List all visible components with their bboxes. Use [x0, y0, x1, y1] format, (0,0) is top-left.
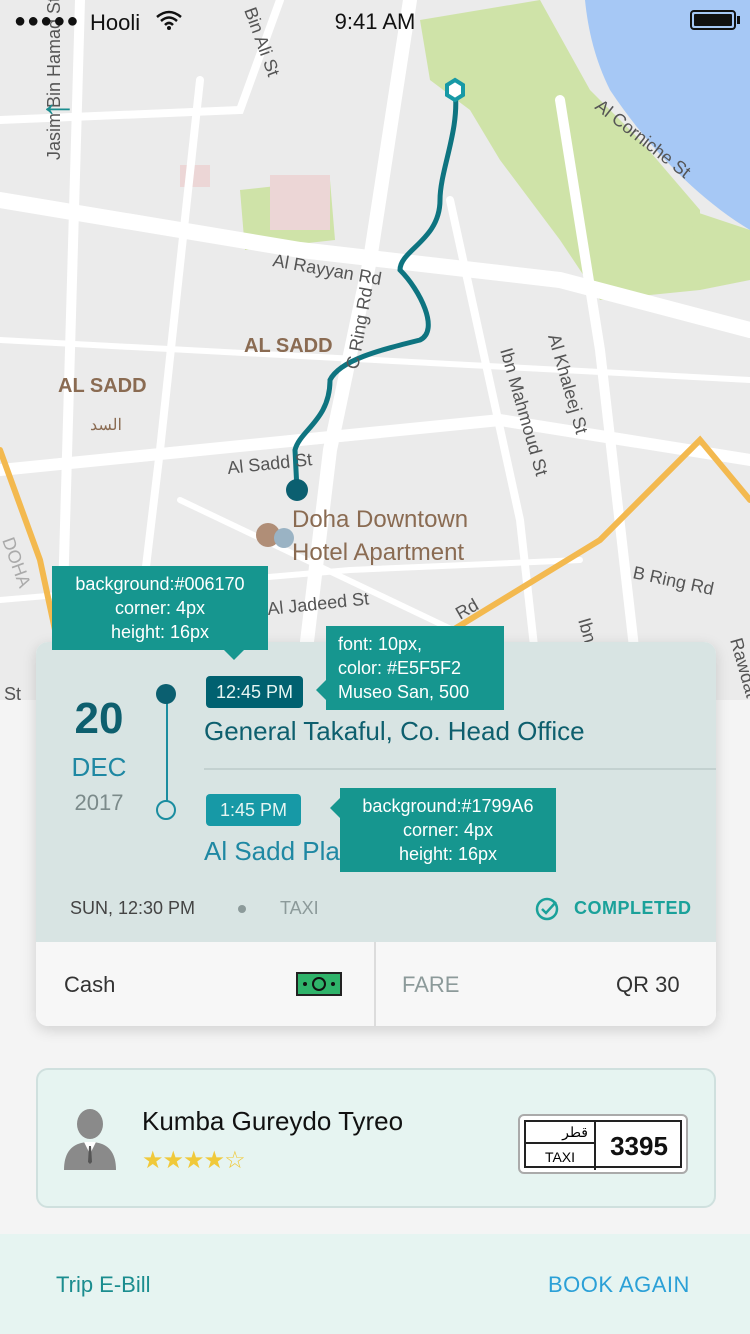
license-plate: قطر TAXI 3395 [518, 1114, 688, 1174]
driver-card[interactable]: Kumba Gureydo Tyreo ★★★★☆ قطر TAXI 3395 [36, 1068, 716, 1208]
plate-number: 3395 [610, 1131, 668, 1161]
annotation-line: background:#006170 [75, 574, 245, 594]
cash-icon [296, 972, 342, 996]
trip-year: 2017 [74, 790, 124, 815]
annotation-line: color: #E5F5F2 [338, 658, 462, 678]
annotation-line: font: 10px, [338, 634, 423, 654]
divider [204, 768, 716, 770]
trip-month: DEC [71, 752, 127, 782]
battery-icon [690, 10, 736, 30]
map-label-al-sadd-left: AL SADD [58, 375, 147, 397]
annotation-note-2: font: 10px, color: #E5F5F2 Museo San, 50… [316, 626, 504, 710]
pickup-time-pill: 12:45 PM [206, 676, 304, 708]
fare-value: QR 30 [616, 972, 680, 997]
annotation-note-1: background:#006170 corner: 4px height: 1… [52, 566, 268, 660]
trip-datetime: SUN, 12:30 PM [70, 898, 196, 918]
back-arrow-icon[interactable]: ← [38, 83, 78, 123]
pickup-dot [156, 684, 176, 704]
dropoff-dot [156, 800, 176, 820]
dropoff-time-pill: 1:45 PM [206, 794, 302, 826]
payment-method: Cash [64, 972, 116, 997]
annotation-line: corner: 4px [114, 598, 206, 618]
annotation-line: Museo San, 500 [338, 682, 470, 702]
bullet-separator [238, 905, 246, 913]
bottom-action-bar: Trip E-Bill BOOK AGAIN [0, 1234, 750, 1334]
pickup-place: General Takaful, Co. Head Office [204, 716, 585, 746]
driver-avatar-icon [64, 1109, 116, 1170]
annotation-line: height: 16px [398, 844, 498, 864]
trip-day: 20 [74, 694, 124, 743]
driver-name: Kumba Gureydo Tyreo [142, 1106, 404, 1136]
battery-tip [737, 16, 740, 24]
fare-label: FARE [402, 972, 460, 997]
plate-arabic: قطر [526, 1122, 596, 1144]
annotation-line: height: 16px [110, 622, 210, 642]
check-circle-icon [535, 897, 559, 921]
map-label-al-sadd: AL SADD [244, 335, 333, 357]
plate-type: TAXI [526, 1144, 596, 1170]
book-again-button[interactable]: BOOK AGAIN [548, 1272, 690, 1298]
map-label-st: St [4, 684, 21, 700]
annotation-line: corner: 4px [402, 820, 494, 840]
map-poi-name-line2: Hotel Apartment [292, 539, 464, 566]
dropoff-place: Al Sadd Pla [204, 836, 340, 866]
annotation-note-3: background:#1799A6 corner: 4px height: 1… [330, 788, 556, 872]
timeline-line [166, 694, 168, 812]
map-label-al-sadd-arabic: السد [90, 417, 122, 434]
status-bar: ●●●●● Hooli 9:41 AM [0, 0, 750, 40]
map-poi-name-line1: Doha Downtown [292, 506, 468, 533]
annotation-line: background:#1799A6 [362, 796, 534, 816]
status-badge: COMPLETED [574, 898, 692, 918]
status-time: 9:41 AM [334, 9, 416, 34]
trip-mode: TAXI [280, 898, 319, 918]
trip-ebill-button[interactable]: Trip E-Bill [56, 1272, 151, 1298]
rating-stars: ★★★★☆ [142, 1147, 246, 1174]
